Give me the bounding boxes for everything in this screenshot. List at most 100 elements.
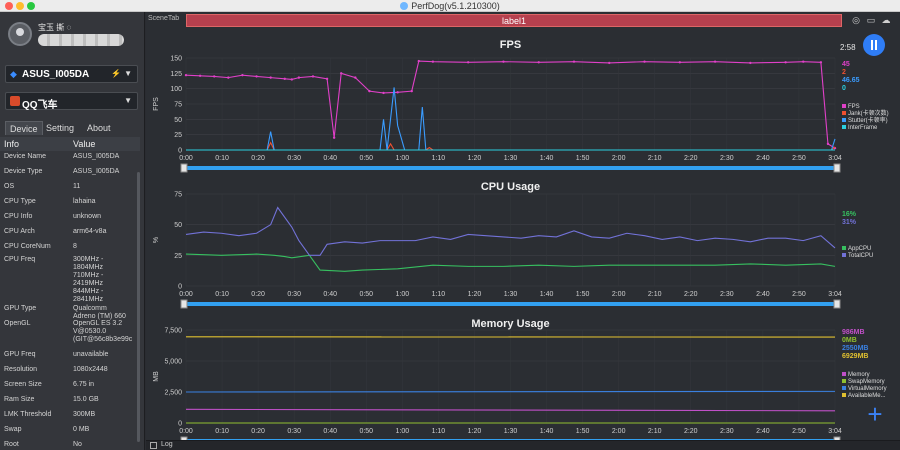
- legend-label: VirtualMemory: [848, 386, 887, 392]
- fps-point: [466, 61, 470, 64]
- x-tick-label: 0:30: [287, 291, 301, 298]
- legend-swatch: [842, 379, 846, 383]
- y-tick-label: 0: [178, 148, 182, 155]
- x-tick-label: 1:40: [540, 428, 554, 435]
- y-tick-label: 0: [178, 284, 182, 291]
- fps-point: [713, 60, 717, 63]
- fps-point: [749, 61, 752, 65]
- fps-point: [311, 75, 315, 78]
- range-handle-left: [180, 163, 188, 173]
- x-tick-label: 2:50: [792, 155, 806, 162]
- current-value: 0: [842, 85, 846, 92]
- current-value: 2550MB: [842, 345, 868, 352]
- legend-label: TotalCPU: [848, 253, 873, 259]
- app-select[interactable]: QQ飞车 ▼: [5, 92, 138, 111]
- main-panel: SceneTab label1 ◎ ▭ ☁ FPS 150 125 100 75 50 25…: [146, 12, 900, 450]
- window-title: PerfDog(v5.1.210300): [0, 1, 900, 11]
- x-tick-label: 2:30: [720, 428, 734, 435]
- x-tick-label: 2:40: [756, 155, 770, 162]
- x-tick-label: 1:20: [468, 155, 482, 162]
- legend-label: InterFrame: [848, 125, 878, 131]
- fps-point: [241, 73, 244, 77]
- avatar[interactable]: [8, 22, 32, 46]
- pause-button[interactable]: [863, 34, 885, 56]
- info-value: No: [73, 441, 82, 448]
- fps-point: [802, 60, 805, 63]
- x-tick-label: 2:00: [612, 291, 626, 298]
- log-toggle-checkbox[interactable]: [150, 442, 157, 449]
- x-tick-label: 0:40: [323, 155, 337, 162]
- y-tick-label: 2,500: [164, 390, 182, 397]
- add-label-button[interactable]: +: [864, 401, 886, 427]
- log-bar: Log: [146, 440, 900, 450]
- fps-point: [325, 77, 329, 81]
- current-value: 31%: [842, 219, 857, 226]
- info-value: 8: [73, 243, 77, 250]
- android-device-icon: ◆: [10, 69, 17, 79]
- range-handle-right: [833, 299, 841, 309]
- y-tick-label: 125: [170, 71, 182, 78]
- x-tick-label: 0:40: [323, 428, 337, 435]
- fps-point: [608, 61, 611, 65]
- info-key: GPU Freq: [4, 351, 36, 358]
- window-titlebar: PerfDog(v5.1.210300): [0, 0, 900, 12]
- info-value: ASUS_I005DA: [73, 153, 120, 160]
- fps-point: [339, 72, 343, 75]
- device-select[interactable]: ◆ ASUS_I005DA ⚡ ▼: [5, 65, 138, 83]
- info-key: Ram Size: [4, 396, 35, 403]
- x-tick-label: 0:10: [215, 291, 229, 298]
- perfdog-logo-icon: [400, 2, 409, 10]
- fps-point: [382, 91, 385, 95]
- sidebar-scrollbar[interactable]: [137, 172, 140, 442]
- current-value: 0MB: [842, 337, 857, 344]
- x-tick-label: 0:00: [179, 291, 193, 298]
- info-value: 15.0 GB: [73, 396, 99, 403]
- x-tick-label: 0:00: [179, 155, 193, 162]
- x-tick-label: 1:40: [540, 291, 554, 298]
- fps-point: [537, 61, 540, 64]
- tab-about[interactable]: About: [83, 121, 115, 135]
- chart-title: CPU Usage: [481, 181, 540, 193]
- current-value: 2: [842, 69, 846, 76]
- usb-connection-icon: ⚡: [111, 69, 121, 78]
- fps-point: [431, 60, 435, 63]
- current-value: 45: [842, 61, 850, 68]
- user-panel[interactable]: 宝玉 撕 ◌: [8, 20, 138, 50]
- time-range-slider: [186, 302, 835, 306]
- fps-point: [354, 76, 357, 79]
- fps-point: [297, 76, 301, 79]
- info-key: CPU Type: [4, 198, 36, 205]
- info-value: 0 MB: [73, 426, 90, 433]
- info-value: 1080x2448: [73, 366, 108, 373]
- x-tick-label: 2:30: [720, 155, 734, 162]
- x-tick-label: 0:20: [251, 291, 265, 298]
- tab-device[interactable]: Device: [5, 121, 43, 135]
- x-tick-label: 1:30: [504, 291, 518, 298]
- fps-point: [184, 73, 188, 77]
- y-tick-label: 100: [170, 86, 182, 93]
- x-tick-label: 0:30: [287, 155, 301, 162]
- x-tick-label: 0:20: [251, 428, 265, 435]
- fps-point: [396, 91, 399, 94]
- fps-point: [368, 89, 371, 93]
- charts-area: FPS15012510075502500:00 0:10 0:20 0:30 0:40 0…: [153, 39, 889, 442]
- fps-point: [784, 61, 787, 64]
- app-logo-icon: [10, 96, 20, 106]
- info-key: Resolution: [4, 366, 38, 373]
- fps-point: [826, 142, 830, 146]
- x-tick-label: 0:50: [359, 291, 373, 298]
- info-value: lahaina: [73, 198, 96, 205]
- info-value: unavailable: [73, 351, 109, 358]
- series-line-virtualmemory: [185, 390, 836, 393]
- current-value: 6929MB: [842, 353, 868, 360]
- y-tick-label: 5,000: [164, 359, 182, 366]
- log-label: Log: [161, 441, 173, 448]
- fps-point: [227, 76, 230, 79]
- current-value: 16%: [842, 211, 857, 218]
- fps-point: [410, 89, 413, 93]
- x-tick-label: 2:20: [684, 155, 698, 162]
- x-tick-label: 2:10: [648, 291, 662, 298]
- tab-setting[interactable]: Setting: [42, 121, 78, 135]
- x-tick-label: 0:10: [215, 428, 229, 435]
- y-axis-label: MB: [153, 371, 160, 382]
